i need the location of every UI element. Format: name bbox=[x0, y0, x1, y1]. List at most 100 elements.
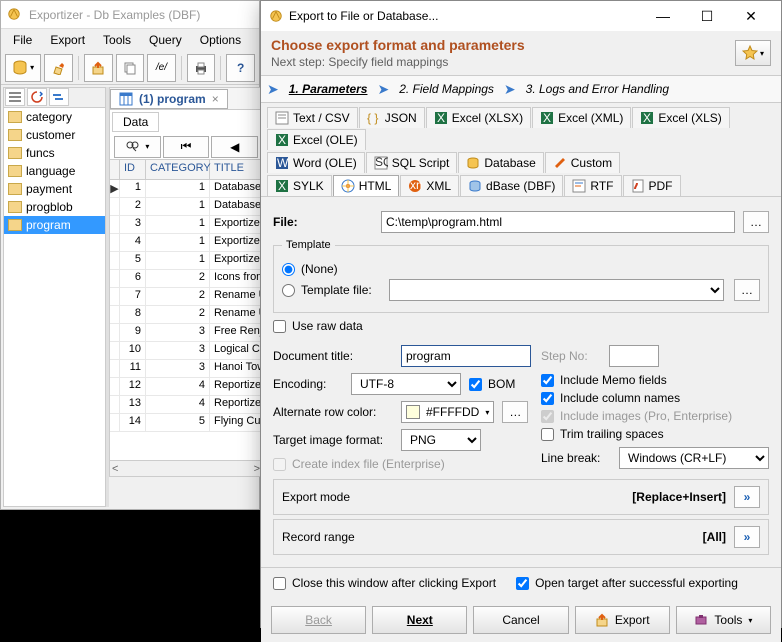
bom-checkbox[interactable] bbox=[469, 378, 482, 391]
doc-title-input[interactable] bbox=[401, 345, 531, 367]
tree-item-payment[interactable]: payment bbox=[4, 180, 105, 198]
include-cols-checkbox[interactable] bbox=[541, 392, 554, 405]
export-button[interactable]: Export bbox=[575, 606, 670, 634]
grid-nav-first[interactable]: ⏮ bbox=[163, 136, 210, 158]
template-file-radio[interactable] bbox=[282, 284, 295, 297]
tree-tab-refresh[interactable] bbox=[27, 88, 47, 106]
format-tab-text-csv[interactable]: Text / CSV bbox=[267, 107, 358, 128]
table-row[interactable]: 82Rename Us bbox=[110, 306, 262, 324]
format-tab-word-ole-[interactable]: WWord (OLE) bbox=[267, 152, 365, 173]
target-img-select[interactable]: PNG bbox=[401, 429, 481, 451]
grid-hscroll[interactable]: <> bbox=[110, 460, 262, 476]
tb-replace[interactable]: /e/ bbox=[147, 54, 176, 82]
format-tab-excel-ole-[interactable]: XExcel (OLE) bbox=[267, 129, 366, 150]
format-tab-excel-xml-[interactable]: XExcel (XML) bbox=[532, 107, 631, 128]
template-none-radio[interactable] bbox=[282, 263, 295, 276]
record-range-expand[interactable]: » bbox=[734, 526, 760, 548]
folder-icon bbox=[8, 129, 22, 141]
table-row[interactable]: 124Reportizer bbox=[110, 378, 262, 396]
tb-print[interactable] bbox=[187, 54, 216, 82]
close-icon[interactable]: × bbox=[212, 92, 219, 106]
table-row[interactable]: 21Database T bbox=[110, 198, 262, 216]
table-row[interactable]: 113Hanoi Towe bbox=[110, 360, 262, 378]
format-tab-rtf[interactable]: RTF bbox=[564, 175, 621, 196]
menu-options[interactable]: Options bbox=[192, 31, 249, 49]
grid-col-title[interactable]: TITLE bbox=[210, 160, 262, 179]
menu-file[interactable]: File bbox=[5, 31, 40, 49]
include-memo-checkbox[interactable] bbox=[541, 374, 554, 387]
button-row: Back Next Cancel Export Tools▾ bbox=[261, 598, 781, 642]
table-row[interactable]: 51Exportizer bbox=[110, 252, 262, 270]
close-button[interactable]: ✕ bbox=[729, 2, 773, 30]
tree-tab-filter[interactable] bbox=[49, 88, 69, 106]
tools-button[interactable]: Tools▾ bbox=[676, 606, 771, 634]
step-field-mappings[interactable]: 2. Field Mappings bbox=[393, 80, 500, 98]
close-after-checkbox[interactable] bbox=[273, 577, 286, 590]
step-parameters[interactable]: 1. Parameters bbox=[283, 80, 374, 98]
table-row[interactable]: 134Reportizer bbox=[110, 396, 262, 414]
format-tab-excel-xls-[interactable]: XExcel (XLS) bbox=[632, 107, 729, 128]
tree-item-customer[interactable]: customer bbox=[4, 126, 105, 144]
table-row[interactable]: 103Logical Cro bbox=[110, 342, 262, 360]
table-row[interactable]: ▶11Database T bbox=[110, 180, 262, 198]
use-raw-checkbox[interactable] bbox=[273, 320, 286, 333]
tree-item-language[interactable]: language bbox=[4, 162, 105, 180]
format-tab-json[interactable]: { }JSON bbox=[359, 107, 425, 128]
grid-tabbar: (1) program × bbox=[110, 88, 262, 110]
format-tab-database[interactable]: Database bbox=[458, 152, 543, 173]
open-target-checkbox[interactable] bbox=[516, 577, 529, 590]
altrow-browse-button[interactable]: … bbox=[502, 401, 528, 423]
main-title: Exportizer - Db Examples (DBF) bbox=[29, 8, 253, 22]
file-browse-button[interactable]: … bbox=[743, 211, 769, 233]
next-button[interactable]: Next bbox=[372, 606, 467, 634]
format-tab-sylk[interactable]: XSYLK bbox=[267, 175, 332, 196]
cancel-button[interactable]: Cancel bbox=[473, 606, 568, 634]
chevron-icon: ➤ bbox=[504, 81, 516, 98]
menu-tools[interactable]: Tools bbox=[95, 31, 139, 49]
tb-edit[interactable] bbox=[44, 54, 73, 82]
tree-item-progblob[interactable]: progblob bbox=[4, 198, 105, 216]
tb-export[interactable] bbox=[84, 54, 113, 82]
tree-item-funcs[interactable]: funcs bbox=[4, 144, 105, 162]
tree-item-program[interactable]: program bbox=[4, 216, 105, 234]
table-row[interactable]: 41Exportizer bbox=[110, 234, 262, 252]
encoding-select[interactable]: UTF-8 bbox=[351, 373, 461, 395]
grid-col-id[interactable]: ID bbox=[120, 160, 146, 179]
grid-col-category[interactable]: CATEGORY bbox=[146, 160, 210, 179]
table-row[interactable]: 31Exportizer bbox=[110, 216, 262, 234]
format-tab-sql-script[interactable]: SQLSQL Script bbox=[366, 152, 458, 173]
table-row[interactable]: 62Icons from bbox=[110, 270, 262, 288]
favorite-button[interactable]: ▾ bbox=[735, 40, 771, 66]
menu-export[interactable]: Export bbox=[42, 31, 93, 49]
file-row: File: … bbox=[273, 211, 769, 233]
tb-database[interactable]: ▾ bbox=[5, 54, 41, 82]
format-tab-excel-xlsx-[interactable]: XExcel (XLSX) bbox=[426, 107, 531, 128]
grid-tab[interactable]: (1) program × bbox=[110, 89, 228, 109]
tree-tab-list[interactable] bbox=[5, 88, 25, 106]
tree-pane: categorycustomerfuncslanguagepaymentprog… bbox=[3, 87, 106, 507]
minimize-button[interactable]: — bbox=[641, 2, 685, 30]
tb-help[interactable]: ? bbox=[226, 54, 255, 82]
table-row[interactable]: 93Free Renju bbox=[110, 324, 262, 342]
table-row[interactable]: 72Rename Us bbox=[110, 288, 262, 306]
format-tab-html[interactable]: HTML bbox=[333, 175, 400, 196]
file-input[interactable] bbox=[381, 211, 735, 233]
template-file-select[interactable] bbox=[389, 279, 724, 301]
grid-nav-prev[interactable]: ◀ bbox=[211, 136, 258, 158]
grid-search-btn[interactable]: ▾ bbox=[114, 136, 161, 158]
tb-copy[interactable] bbox=[116, 54, 145, 82]
back-button[interactable]: Back bbox=[271, 606, 366, 634]
format-tab-custom[interactable]: Custom bbox=[545, 152, 620, 173]
step-logs[interactable]: 3. Logs and Error Handling bbox=[520, 80, 675, 98]
format-tab-dbase-dbf-[interactable]: dBase (DBF) bbox=[460, 175, 563, 196]
tree-item-category[interactable]: category bbox=[4, 108, 105, 126]
format-tab-xml[interactable]: xmlXML bbox=[400, 175, 459, 196]
format-tab-pdf[interactable]: PDF bbox=[623, 175, 681, 196]
linebreak-select[interactable]: Windows (CR+LF) bbox=[619, 447, 769, 469]
menu-query[interactable]: Query bbox=[141, 31, 190, 49]
table-row[interactable]: 145Flying Cub bbox=[110, 414, 262, 432]
template-browse-button[interactable]: … bbox=[734, 279, 760, 301]
export-mode-expand[interactable]: » bbox=[734, 486, 760, 508]
trim-trailing-checkbox[interactable] bbox=[541, 428, 554, 441]
maximize-button[interactable]: ☐ bbox=[685, 2, 729, 30]
